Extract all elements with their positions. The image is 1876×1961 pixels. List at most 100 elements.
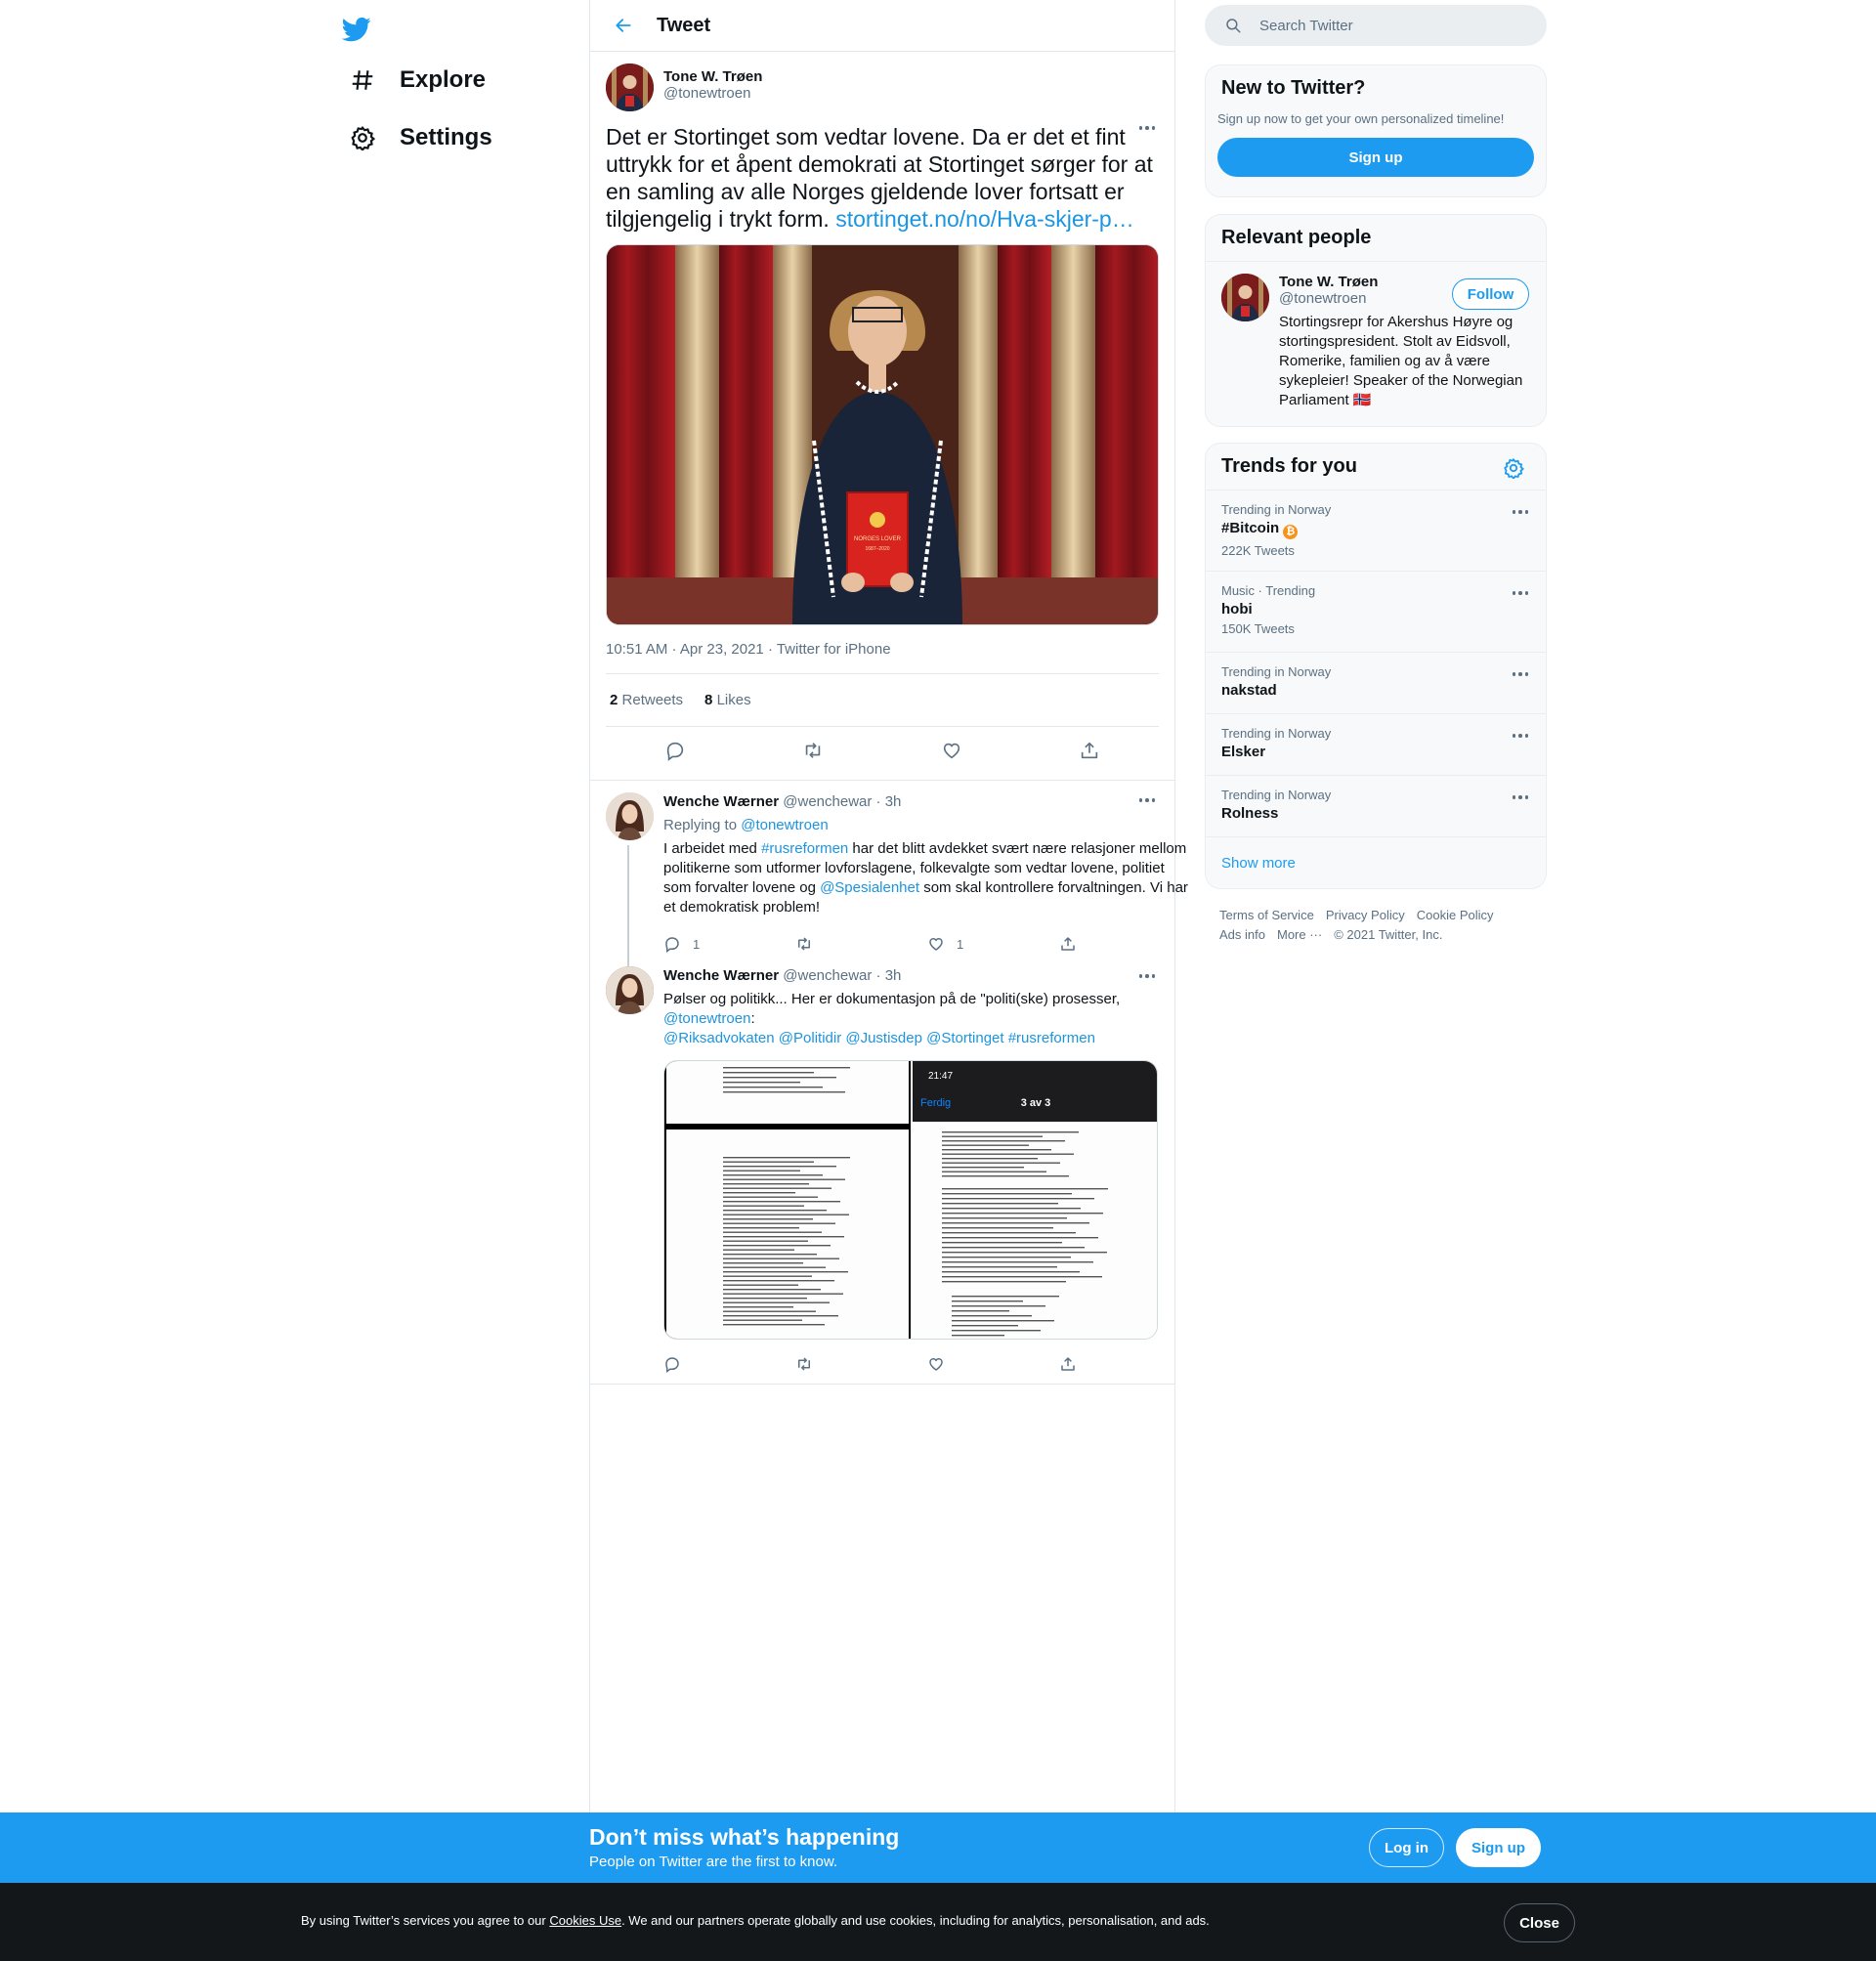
tweet-meta[interactable]: 10:51 AM · Apr 23, 2021 · Twitter for iP… <box>606 641 1159 674</box>
replying-to-link[interactable]: @tonewtroen <box>741 817 828 833</box>
trend-more-button[interactable] <box>1509 581 1532 605</box>
privacy-link[interactable]: Privacy Policy <box>1326 906 1405 925</box>
trend-meta: Trending in Norway <box>1221 726 1332 741</box>
avatar[interactable] <box>606 966 654 1014</box>
trend-item[interactable]: Trending in Norway Elsker <box>1206 713 1546 775</box>
follow-button[interactable]: Follow <box>1452 278 1529 310</box>
reply-tweet[interactable]: Wenche Wærner @wenchewar · 3h Replying t… <box>590 781 1188 988</box>
show-more-link[interactable]: Show more <box>1206 836 1546 888</box>
trend-more-button[interactable] <box>1509 500 1532 524</box>
author-handle[interactable]: @tonewtroen <box>663 85 762 102</box>
login-button[interactable]: Log in <box>1369 1828 1444 1867</box>
tweet-link[interactable]: stortinget.no/no/Hva-skjer-p… <box>835 206 1134 232</box>
reply-count: 1 <box>693 936 701 952</box>
trend-item[interactable]: Trending in Norway #Bitcoin ₿ 222K Tweet… <box>1206 490 1546 571</box>
ads-info-link[interactable]: Ads info <box>1219 925 1265 945</box>
trend-more-button[interactable] <box>1509 724 1532 747</box>
like-button[interactable] <box>927 1355 1059 1373</box>
search-icon <box>1226 19 1241 33</box>
show-more-text[interactable]: Show more <box>1221 855 1296 872</box>
document-text-line <box>723 1280 834 1282</box>
retweet-icon <box>798 1357 810 1371</box>
more-options-button[interactable] <box>1135 789 1159 812</box>
cookies-use-link[interactable]: Cookies Use <box>549 1913 621 1928</box>
document-text-line <box>723 1166 836 1168</box>
document-text-line <box>723 1161 814 1163</box>
trend-meta: Trending in Norway <box>1221 664 1332 679</box>
bitcoin-icon: ₿ <box>1283 525 1299 539</box>
more-options-button[interactable] <box>1135 116 1159 140</box>
back-button[interactable] <box>608 10 639 41</box>
book-years: 1687–2020 <box>865 546 889 552</box>
text-segment: I arbeidet med <box>663 840 762 857</box>
document-text-line <box>723 1249 794 1251</box>
like-button[interactable]: 1 <box>927 935 1059 953</box>
trend-item[interactable]: Trending in Norway Rolness <box>1206 775 1546 836</box>
more-options-button[interactable] <box>1135 964 1159 988</box>
document-text-line <box>723 1301 830 1303</box>
avatar[interactable] <box>606 64 654 111</box>
author-name[interactable]: Wenche Wærner <box>663 967 779 984</box>
reply-button[interactable] <box>663 1355 795 1373</box>
retweet-button[interactable] <box>795 935 927 953</box>
reply-time[interactable]: · 3h <box>876 793 902 810</box>
hashtag-link[interactable]: #rusreformen <box>761 840 848 857</box>
reply-button[interactable]: 1 <box>663 935 795 953</box>
mention-link[interactable]: @Spesialenhet <box>820 879 919 896</box>
document-text-line <box>952 1320 1054 1322</box>
cookie-prefix: By using Twitter’s services you agree to… <box>301 1913 550 1928</box>
tweet-image[interactable]: NORGES LOVER 1687–2020 <box>606 244 1159 625</box>
trend-more-button[interactable] <box>1509 786 1532 809</box>
share-button[interactable] <box>1073 734 1106 767</box>
twitter-logo-icon[interactable] <box>341 10 381 49</box>
author-handle[interactable]: @wenchewar <box>783 967 872 984</box>
retweet-button[interactable] <box>795 1355 927 1373</box>
cookie-close-button[interactable]: Close <box>1504 1903 1575 1942</box>
share-button[interactable] <box>1059 1355 1191 1373</box>
document-text-line <box>952 1305 1045 1307</box>
trend-item[interactable]: Music · Trending hobi 150K Tweets <box>1206 571 1546 652</box>
nav-explore[interactable]: Explore <box>337 55 497 106</box>
share-button[interactable] <box>1059 935 1191 953</box>
document-text-line <box>942 1276 1102 1278</box>
more-link[interactable]: More ··· <box>1277 925 1322 945</box>
reply-tweet[interactable]: Wenche Wærner @wenchewar · 3h Pølser og … <box>590 959 1174 1385</box>
avatar[interactable] <box>1221 274 1269 321</box>
cookie-policy-link[interactable]: Cookie Policy <box>1417 906 1494 925</box>
document-text-line <box>952 1300 1023 1302</box>
document-image-2[interactable]: 21:47 Ferdig 3 av 3 <box>913 1061 1157 1339</box>
document-text-line <box>952 1310 1009 1312</box>
avatar[interactable] <box>606 792 654 840</box>
trend-name: Elsker <box>1221 744 1266 760</box>
mention-link[interactable]: @tonewtroen <box>663 1010 750 1027</box>
relevant-people-title: Relevant people <box>1206 215 1546 262</box>
likes-stat[interactable]: 8 Likes <box>704 692 751 708</box>
author-handle[interactable]: @wenchewar <box>783 793 872 810</box>
document-text-line <box>942 1261 1093 1263</box>
trend-more-button[interactable] <box>1509 662 1532 686</box>
trend-name-text: #Bitcoin <box>1221 520 1280 536</box>
document-text-line <box>723 1310 816 1312</box>
retweets-stat[interactable]: 2 Retweets <box>610 692 683 708</box>
reply-time[interactable]: · 3h <box>876 967 902 984</box>
document-text-line <box>723 1157 850 1159</box>
terms-link[interactable]: Terms of Service <box>1219 906 1314 925</box>
trends-settings-button[interactable] <box>1503 457 1526 481</box>
document-image-1[interactable] <box>664 1061 911 1339</box>
nav-settings[interactable]: Settings <box>337 112 504 163</box>
reply-button[interactable] <box>659 734 692 767</box>
document-text-line <box>723 1067 850 1069</box>
book-title: NORGES LOVER <box>854 536 902 542</box>
retweet-button[interactable] <box>796 734 830 767</box>
author-name[interactable]: Tone W. Trøen <box>663 68 762 85</box>
signup-button[interactable]: Sign up <box>1217 138 1534 177</box>
mention-tags[interactable]: @Riksadvokaten @Politidir @Justisdep @St… <box>663 1030 1095 1046</box>
document-text-line <box>723 1254 817 1256</box>
trend-item[interactable]: Trending in Norway nakstad <box>1206 652 1546 713</box>
banner-signup-button[interactable]: Sign up <box>1456 1828 1541 1867</box>
like-button[interactable] <box>935 734 968 767</box>
author-name[interactable]: Wenche Wærner <box>663 793 779 810</box>
search-input[interactable]: Search Twitter <box>1205 5 1547 46</box>
reply-header: Wenche Wærner @wenchewar · 3h <box>663 966 1191 986</box>
document-text-line <box>723 1289 821 1291</box>
